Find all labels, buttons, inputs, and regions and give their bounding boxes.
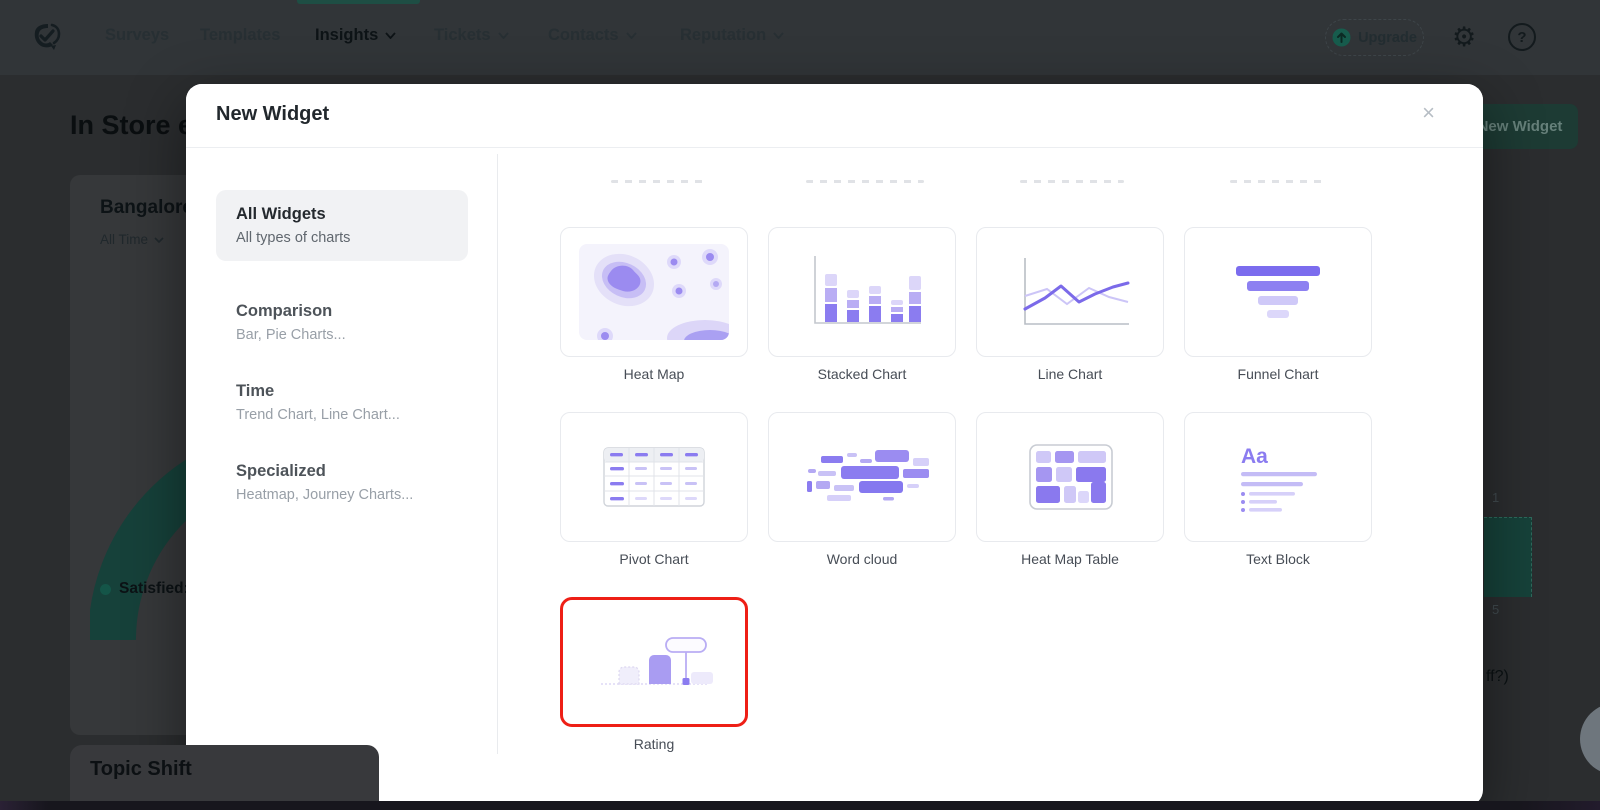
widget-label: Rating [633, 736, 675, 752]
widget-card [768, 412, 956, 542]
clipped-widget-label [1230, 180, 1326, 183]
category-comparison[interactable]: Comparison Bar, Pie Charts... [216, 287, 468, 358]
category-subtitle: Trend Chart, Line Chart... [236, 407, 400, 423]
bottom-edge-bar [0, 801, 1600, 810]
category-title: All Widgets [236, 205, 326, 223]
funnel-chart-icon [1236, 266, 1320, 318]
clipped-widget-label [1020, 180, 1124, 183]
category-title: Time [236, 382, 275, 400]
text-block-icon: Aa [1241, 445, 1317, 512]
widget-heat-map[interactable]: Heat Map [560, 227, 748, 412]
widget-funnel-chart[interactable]: Funnel Chart [1184, 227, 1372, 412]
pivot-chart-icon [603, 447, 705, 507]
widget-label: Word cloud [826, 551, 898, 567]
widget-label: Heat Map Table [1021, 551, 1119, 567]
widget-card [560, 227, 748, 357]
widget-card [560, 412, 748, 542]
clipped-widget-label [611, 180, 703, 183]
widget-card [976, 412, 1164, 542]
category-time[interactable]: Time Trend Chart, Line Chart... [216, 367, 468, 438]
modal-header: New Widget × [186, 84, 1483, 148]
widget-stacked-chart[interactable]: Stacked Chart [768, 227, 956, 412]
rating-icon [601, 637, 713, 685]
widget-card [1184, 227, 1372, 357]
widget-label: Heat Map [623, 366, 685, 382]
heat-map-icon [579, 244, 729, 340]
widget-label: Text Block [1246, 551, 1310, 567]
widget-card [976, 227, 1164, 357]
word-cloud-icon [807, 450, 929, 501]
widget-label: Stacked Chart [817, 366, 907, 382]
category-subtitle: Bar, Pie Charts... [236, 327, 346, 343]
clipped-widget-label [806, 180, 924, 183]
category-subtitle: Heatmap, Journey Charts... [236, 487, 414, 503]
widget-label: Funnel Chart [1237, 366, 1319, 382]
widget-heat-map-table[interactable]: Heat Map Table [976, 412, 1164, 597]
svg-text:Aa: Aa [1241, 445, 1268, 468]
stacked-chart-icon [814, 256, 921, 324]
widget-category-sidebar: All Widgets All types of charts Comparis… [186, 148, 497, 806]
category-title: Comparison [236, 302, 333, 320]
modal-title: New Widget [216, 103, 330, 125]
widget-line-chart[interactable]: Line Chart [976, 227, 1164, 412]
new-widget-modal: New Widget × All Widgets All types of ch… [186, 84, 1483, 806]
topic-shift-title: Topic Shift [90, 758, 192, 780]
sidebar-divider [497, 154, 498, 754]
widget-word-cloud[interactable]: Word cloud [768, 412, 956, 597]
widget-card [560, 597, 748, 727]
heat-map-table-icon [1029, 444, 1113, 510]
category-all-widgets[interactable]: All Widgets All types of charts [216, 190, 468, 261]
category-specialized[interactable]: Specialized Heatmap, Journey Charts... [216, 447, 468, 518]
widget-label: Pivot Chart [619, 551, 689, 567]
topic-shift-card: Topic Shift [70, 745, 379, 802]
widget-rating[interactable]: Rating [560, 597, 748, 782]
close-icon[interactable]: × [1422, 102, 1435, 124]
category-title: Specialized [236, 462, 326, 480]
widget-card [768, 227, 956, 357]
widget-label: Line Chart [1037, 366, 1103, 382]
widget-grid: Heat Map Stacked Chart Line Chart Funnel… [560, 227, 1372, 782]
line-chart-icon [1023, 258, 1130, 325]
widget-text-block[interactable]: Aa Text Block [1184, 412, 1372, 597]
widget-pivot-chart[interactable]: Pivot Chart [560, 412, 748, 597]
category-subtitle: All types of charts [236, 230, 351, 246]
widget-card: Aa [1184, 412, 1372, 542]
